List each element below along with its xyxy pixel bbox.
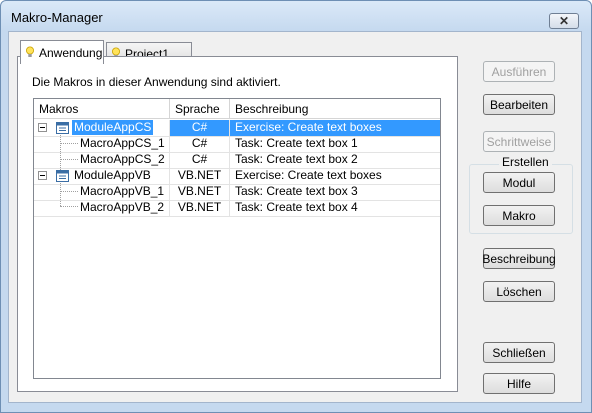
macros-status-text: Die Makros in dieser Anwendung sind akti… xyxy=(32,75,281,89)
table-row[interactable]: ModuleAppCS C# Exercise: Create text box… xyxy=(34,120,440,136)
row-divider xyxy=(34,216,440,217)
macro-language: C# xyxy=(170,136,230,152)
macro-description: Task: Create text box 3 xyxy=(235,184,358,198)
create-group-label: Erstellen xyxy=(499,155,552,169)
table-row[interactable]: MacroAppVB_1 VB.NET Task: Create text bo… xyxy=(34,184,440,200)
table-row[interactable]: MacroAppCS_1 C# Task: Create text box 1 xyxy=(34,136,440,152)
new-macro-button[interactable]: Makro xyxy=(483,205,555,226)
macro-language: VB.NET xyxy=(170,168,230,184)
table-row[interactable]: MacroAppCS_2 C# Task: Create text box 2 xyxy=(34,152,440,168)
macro-name: MacroAppVB_2 xyxy=(80,200,165,214)
collapse-icon[interactable] xyxy=(38,171,47,180)
description-button[interactable]: Beschreibung xyxy=(482,248,556,269)
table-row[interactable]: ModuleAppVB VB.NET Exercise: Create text… xyxy=(34,168,440,184)
help-button[interactable]: Hilfe xyxy=(483,373,555,394)
window-title: Makro-Manager xyxy=(11,10,103,25)
column-header-sprache[interactable]: Sprache xyxy=(170,99,230,119)
edit-button[interactable]: Bearbeiten xyxy=(483,94,555,115)
run-button[interactable]: Ausführen xyxy=(483,61,555,82)
macro-language: C# xyxy=(170,152,230,168)
macro-language: C# xyxy=(170,120,230,136)
step-button[interactable]: Schrittweise xyxy=(483,131,555,152)
table-row[interactable]: MacroAppVB_2 VB.NET Task: Create text bo… xyxy=(34,200,440,216)
macro-description: Exercise: Create text boxes xyxy=(235,168,382,182)
close-window-button[interactable]: ✕ xyxy=(549,13,579,29)
macro-language: VB.NET xyxy=(170,200,230,216)
macro-description: Task: Create text box 4 xyxy=(235,200,358,214)
macro-description: Task: Create text box 2 xyxy=(235,152,358,166)
macro-name: MacroAppCS_1 xyxy=(80,136,165,150)
new-module-button[interactable]: Modul xyxy=(483,172,555,193)
macro-name: MacroAppCS_2 xyxy=(80,152,165,166)
macro-name: ModuleAppVB xyxy=(74,168,151,182)
close-icon: ✕ xyxy=(558,14,570,28)
macro-name: ModuleAppCS xyxy=(72,120,154,135)
collapse-icon[interactable] xyxy=(38,123,47,132)
module-icon xyxy=(56,122,69,134)
macro-description: Task: Create text box 1 xyxy=(235,136,358,150)
column-header-beschreibung[interactable]: Beschreibung xyxy=(230,99,440,119)
macro-language: VB.NET xyxy=(170,184,230,200)
macro-tree-list[interactable]: Makros Sprache Beschreibung ModuleAppCS … xyxy=(33,98,441,379)
column-header-makros[interactable]: Makros xyxy=(34,99,170,119)
lightbulb-icon xyxy=(26,46,34,57)
macro-name: MacroAppVB_1 xyxy=(80,184,165,198)
close-button[interactable]: Schließen xyxy=(483,342,555,363)
tab-label: Anwendung xyxy=(39,45,103,60)
tab-anwendung[interactable]: Anwendung xyxy=(20,40,104,64)
title-bar[interactable]: Makro-Manager ✕ xyxy=(1,1,591,35)
delete-button[interactable]: Löschen xyxy=(483,281,555,302)
macro-description: Exercise: Create text boxes xyxy=(230,120,440,136)
module-icon xyxy=(56,170,69,182)
